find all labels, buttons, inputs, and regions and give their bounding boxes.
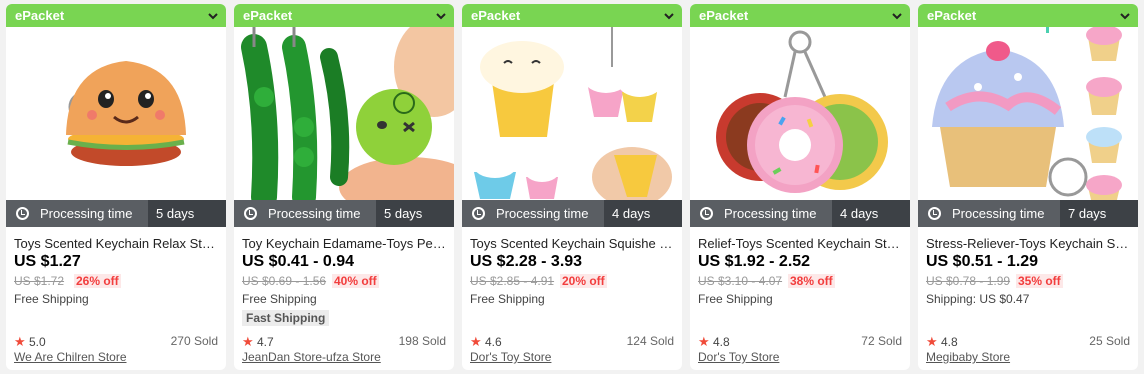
rating-value: 4.7 <box>257 335 274 349</box>
rating-value: 4.8 <box>941 335 958 349</box>
sold-count: 25 Sold <box>1089 334 1130 348</box>
product-grid: ePacket Processing time 5 days Toys Scen… <box>0 0 1144 374</box>
discount-badge: 35% off <box>1016 274 1063 288</box>
product-title[interactable]: Toy Keychain Edamame-Toys Peas Squeeze <box>242 236 446 251</box>
chevron-down-icon[interactable] <box>1118 9 1132 23</box>
product-price: US $1.92 - 2.52 <box>698 253 811 270</box>
ice-cream-squishy-image[interactable] <box>462 27 682 204</box>
processing-label: Processing time <box>40 206 133 221</box>
original-price: US $1.72 <box>14 274 65 288</box>
badge-label: ePacket <box>15 8 65 23</box>
chevron-down-icon[interactable] <box>206 9 220 23</box>
rating: ★ 4.8 <box>698 334 730 350</box>
processing-label: Processing time <box>724 206 817 221</box>
discount-badge: 20% off <box>560 274 607 288</box>
clock-icon <box>928 207 941 220</box>
processing-label: Processing time <box>496 206 589 221</box>
epacket-badge: ePacket <box>6 4 226 27</box>
processing-time-bar: Processing time 5 days <box>6 200 226 227</box>
edamame-keychain-image[interactable] <box>234 27 454 204</box>
badge-label: ePacket <box>927 8 977 23</box>
fast-shipping-badge: Fast Shipping <box>242 310 330 326</box>
shipping-info: Shipping: US $0.47 <box>926 292 1030 306</box>
original-price: US $0.69 - 1.56 <box>242 274 327 288</box>
epacket-badge: ePacket <box>234 4 454 27</box>
sold-count: 124 Sold <box>626 334 674 348</box>
product-card[interactable]: ePacket <box>234 4 454 370</box>
store-link[interactable]: Megibaby Store <box>926 350 1010 364</box>
product-card[interactable]: ePacket <box>918 4 1138 370</box>
shipping-info: Free Shipping <box>470 292 545 306</box>
discount-badge: 26% off <box>74 274 121 288</box>
product-card[interactable]: ePacket <box>690 4 910 370</box>
star-icon: ★ <box>698 334 710 349</box>
product-card[interactable]: ePacket <box>6 4 226 370</box>
star-icon: ★ <box>14 334 26 349</box>
shipping-info: Free Shipping <box>698 292 773 306</box>
donut-keychain-image[interactable] <box>690 27 910 204</box>
processing-time-bar: Processing time 5 days <box>234 200 454 227</box>
badge-label: ePacket <box>471 8 521 23</box>
processing-days: 7 days <box>1060 200 1138 227</box>
product-price: US $0.51 - 1.29 <box>926 253 1039 270</box>
product-price: US $1.27 <box>14 253 81 270</box>
original-price: US $2.85 - 4.91 <box>470 274 555 288</box>
clock-icon <box>700 207 713 220</box>
processing-time-bar: Processing time 7 days <box>918 200 1138 227</box>
epacket-badge: ePacket <box>690 4 910 27</box>
rating: ★ 4.8 <box>926 334 958 350</box>
badge-label: ePacket <box>699 8 749 23</box>
processing-time-bar: Processing time 4 days <box>462 200 682 227</box>
processing-days: 4 days <box>832 200 910 227</box>
processing-days: 5 days <box>148 200 226 227</box>
star-icon: ★ <box>470 334 482 349</box>
product-price: US $2.28 - 3.93 <box>470 253 583 270</box>
chevron-down-icon[interactable] <box>662 9 676 23</box>
product-title[interactable]: Toys Scented Keychain Squishe Straps <box>470 236 674 251</box>
product-price: US $0.41 - 0.94 <box>242 253 355 270</box>
rating-value: 5.0 <box>29 335 46 349</box>
rating: ★ 4.6 <box>470 334 502 350</box>
shipping-info: Free Shipping <box>242 292 317 306</box>
cupcake-keychain-image[interactable] <box>918 27 1138 204</box>
processing-label: Processing time <box>268 206 361 221</box>
product-title[interactable]: Toys Scented Keychain Relax Stress Relie… <box>14 236 218 251</box>
discount-badge: 38% off <box>788 274 835 288</box>
rating: ★ 5.0 <box>14 334 46 350</box>
badge-label: ePacket <box>243 8 293 23</box>
chevron-down-icon[interactable] <box>890 9 904 23</box>
product-title[interactable]: Stress-Reliever-Toys Keychain Scented Cu… <box>926 236 1130 251</box>
store-link[interactable]: We Are Chilren Store <box>14 350 127 364</box>
product-card[interactable]: ePacket <box>462 4 682 370</box>
rating-value: 4.8 <box>713 335 730 349</box>
processing-days: 4 days <box>604 200 682 227</box>
shipping-info: Free Shipping <box>14 292 89 306</box>
clock-icon <box>472 207 485 220</box>
epacket-badge: ePacket <box>918 4 1138 27</box>
processing-time-bar: Processing time 4 days <box>690 200 910 227</box>
processing-label: Processing time <box>952 206 1045 221</box>
product-title[interactable]: Relief-Toys Scented Keychain Stress Reli… <box>698 236 902 251</box>
rating-value: 4.6 <box>485 335 502 349</box>
burger-squishy-keychain-image[interactable] <box>6 27 226 204</box>
store-link[interactable]: Dor's Toy Store <box>698 350 779 364</box>
star-icon: ★ <box>242 334 254 349</box>
sold-count: 270 Sold <box>170 334 218 348</box>
rating: ★ 4.7 <box>242 334 274 350</box>
store-link[interactable]: Dor's Toy Store <box>470 350 551 364</box>
clock-icon <box>16 207 29 220</box>
original-price: US $3.10 - 4.07 <box>698 274 783 288</box>
original-price: US $0.78 - 1.99 <box>926 274 1011 288</box>
store-link[interactable]: JeanDan Store-ufza Store <box>242 350 381 364</box>
star-icon: ★ <box>926 334 938 349</box>
epacket-badge: ePacket <box>462 4 682 27</box>
sold-count: 72 Sold <box>861 334 902 348</box>
clock-icon <box>244 207 257 220</box>
chevron-down-icon[interactable] <box>434 9 448 23</box>
processing-days: 5 days <box>376 200 454 227</box>
discount-badge: 40% off <box>332 274 379 288</box>
sold-count: 198 Sold <box>398 334 446 348</box>
